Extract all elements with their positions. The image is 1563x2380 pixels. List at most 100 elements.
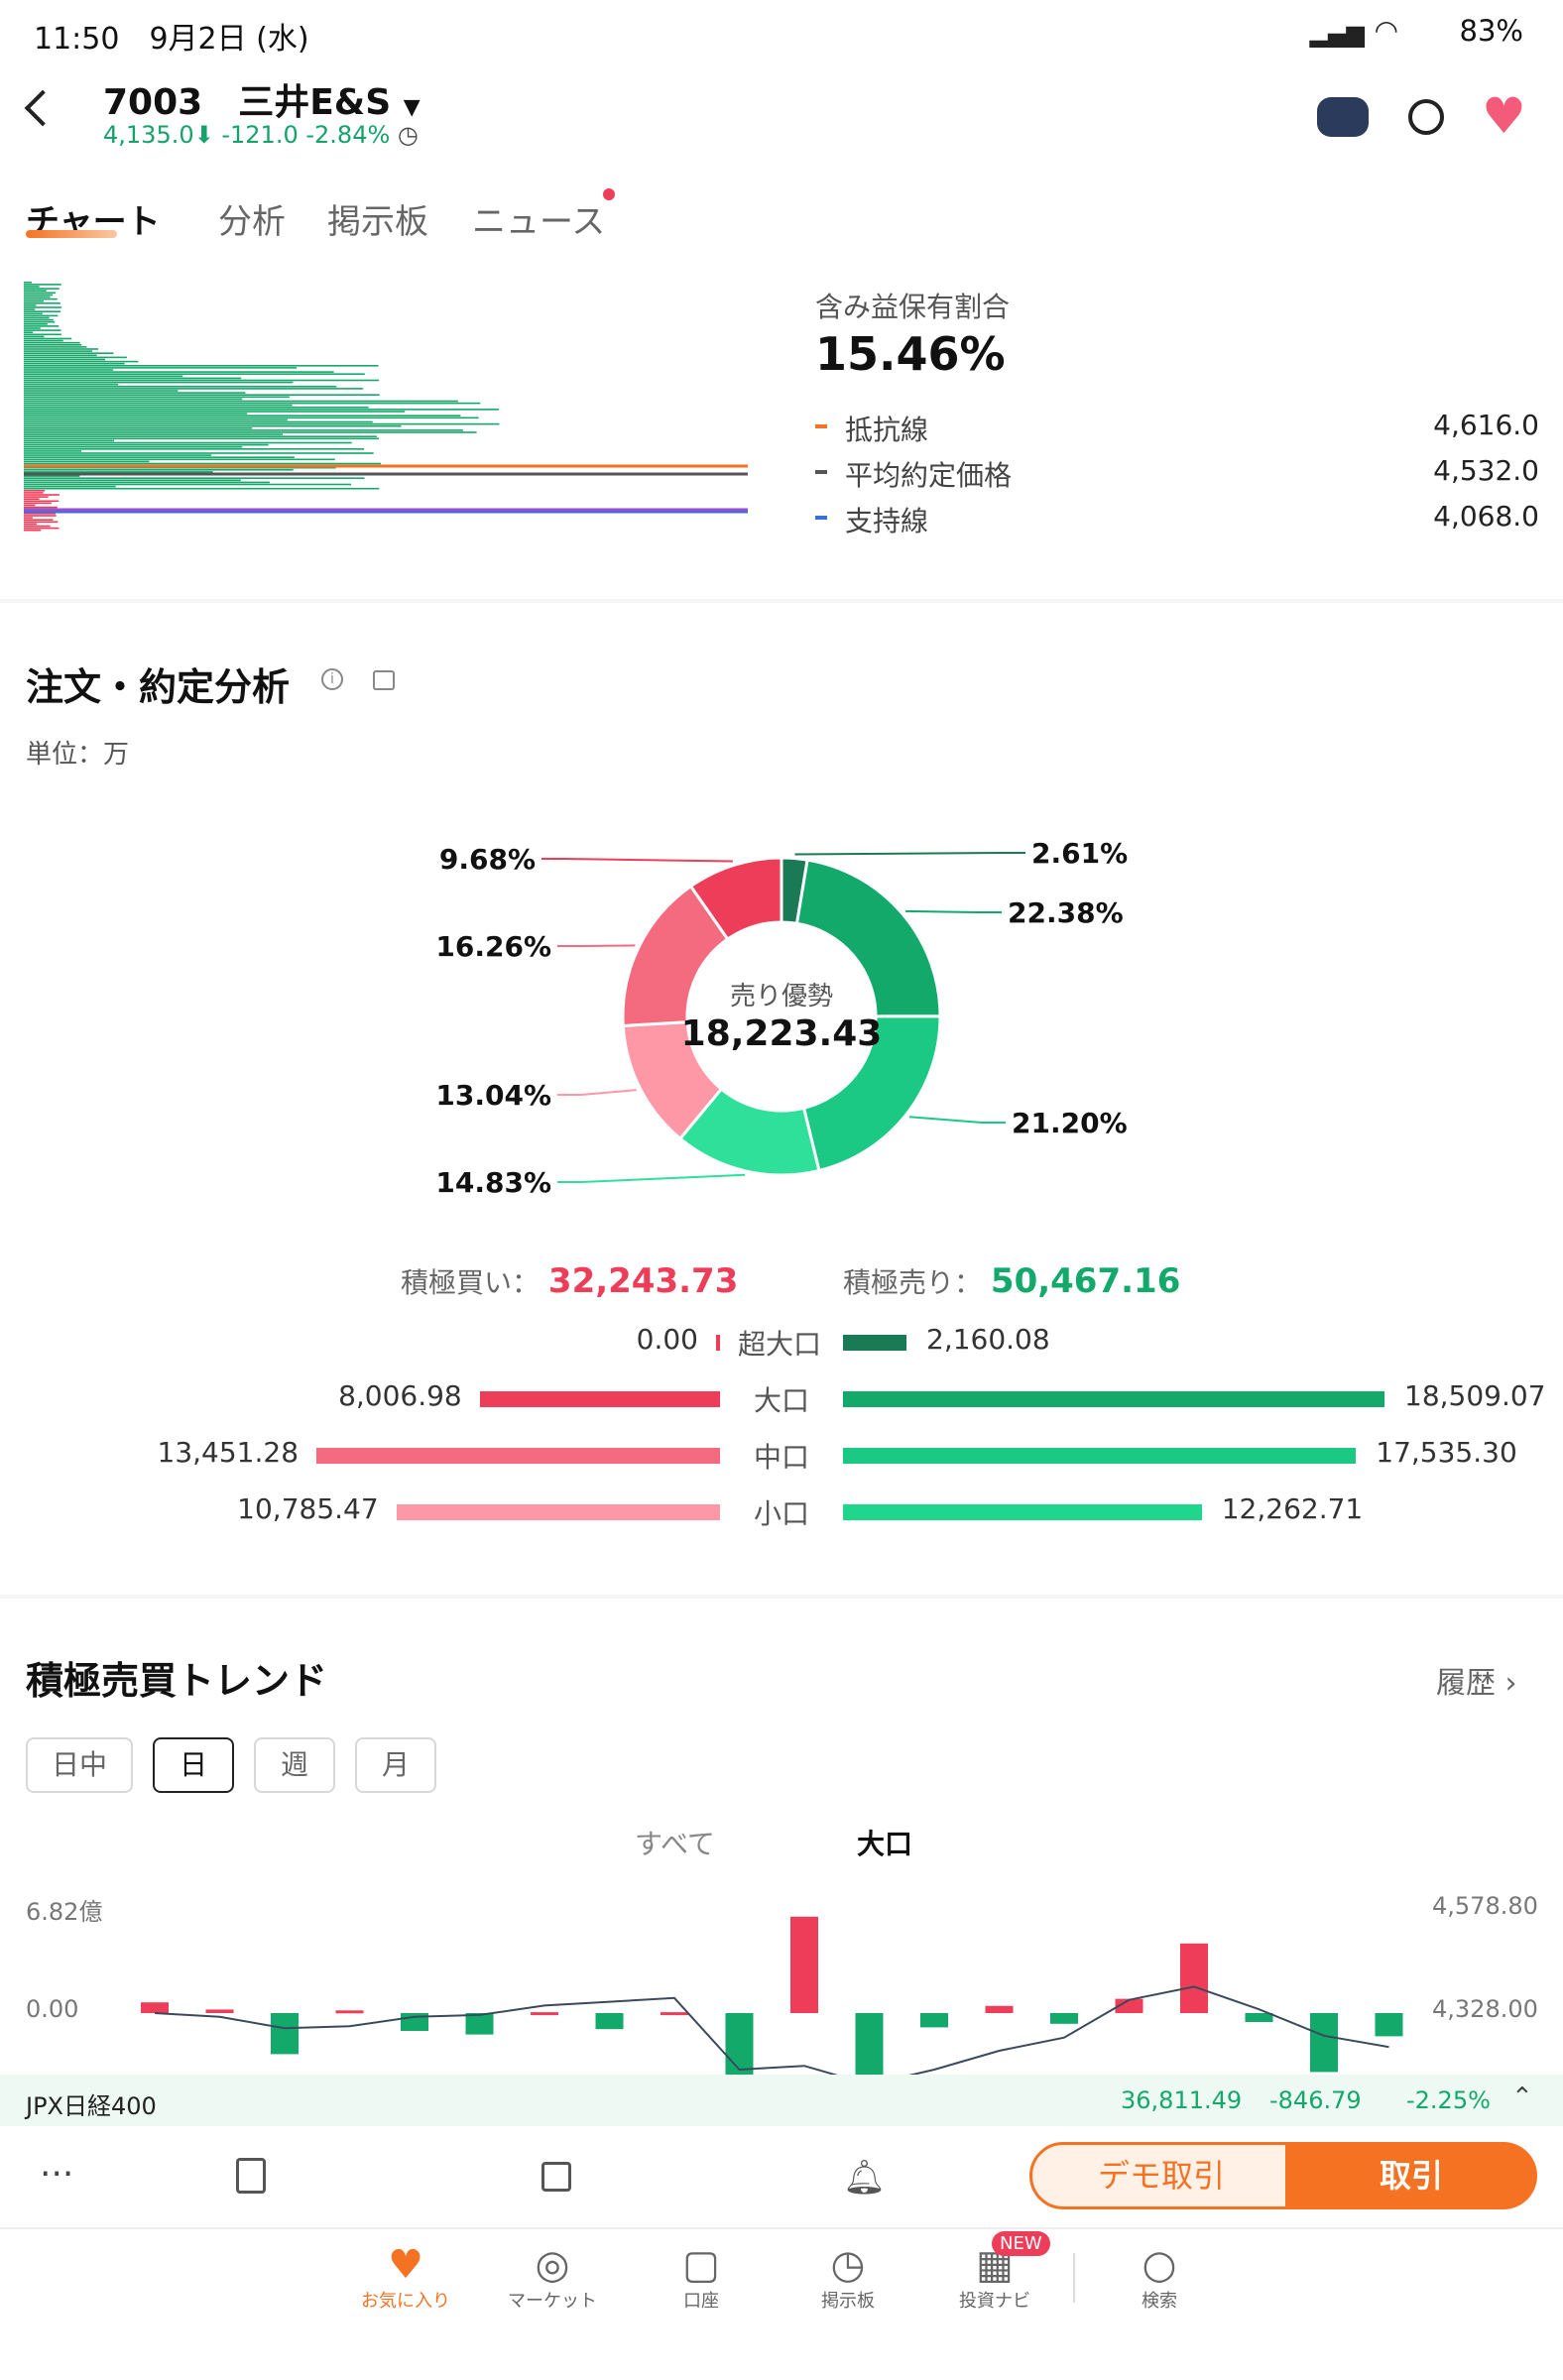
volume-profile-bar (24, 437, 380, 440)
period-month[interactable]: 月 (355, 1737, 436, 1793)
section-divider (0, 599, 1563, 603)
volume-profile-bar (24, 527, 60, 530)
volume-profile-bar (24, 365, 379, 367)
volume-profile-bar (24, 292, 56, 295)
tab-board[interactable]: 掲示板 (327, 194, 428, 243)
volume-profile-bar (24, 302, 60, 304)
volume-profile-bar (24, 284, 61, 286)
alert-bell-icon[interactable]: 🔔︎ (843, 2158, 886, 2198)
search-icon[interactable] (1408, 99, 1444, 135)
heart-icon[interactable]: ♥ (1482, 87, 1526, 145)
nav-board[interactable]: ◷ 掲示板 (793, 2243, 902, 2313)
volume-profile-bar (24, 435, 377, 437)
volume-profile-bar (24, 308, 36, 310)
ticker-change: -846.79 (1269, 2086, 1362, 2114)
volume-profile-bar (24, 458, 335, 461)
trend-title: 積極売買トレンド (26, 1659, 328, 1703)
nav-account[interactable]: ▢ 口座 (647, 2243, 756, 2313)
trend-bar (920, 2013, 948, 2028)
volume-profile-bar (24, 331, 34, 333)
back-button[interactable] (24, 89, 61, 127)
nav-market[interactable]: ◎ マーケット (498, 2243, 607, 2313)
filter-all[interactable]: すべて (635, 1823, 715, 1862)
order-analysis-title: 注文・約定分析 (26, 665, 291, 709)
volume-profile-bar (24, 371, 334, 373)
tab-underline (26, 230, 117, 238)
nav-favorites[interactable]: ♥ お気に入り (351, 2243, 460, 2313)
status-time: 11:50 9月2日 (水) (34, 22, 309, 57)
chevron-up-icon[interactable]: ⌃ (1511, 2082, 1533, 2112)
volume-profile-bar (24, 502, 52, 505)
index-ticker[interactable]: JPX日経400 36,811.49 -846.79 -2.25% ⌃ (0, 2075, 1563, 2126)
trade-button[interactable]: 取引 (1285, 2142, 1537, 2209)
tab-news[interactable]: ニュース (472, 194, 605, 243)
volume-profile-bar (24, 450, 82, 452)
size-label: 大口 (754, 1384, 810, 1417)
volume-profile-bar (24, 519, 54, 521)
price-line-0: 抵抗線 4,616.0 (815, 409, 1539, 448)
volume-profile-bar (24, 306, 61, 308)
volume-profile-bar (24, 296, 51, 298)
news-badge-dot (603, 188, 615, 200)
volume-profile-bar (24, 394, 380, 396)
volume-profile-bar (24, 500, 60, 503)
volume-profile-bar (24, 373, 365, 375)
volume-profile-bar (24, 492, 44, 494)
history-link[interactable]: 履歴 › (1436, 1658, 1517, 1702)
trend-bar (661, 2012, 688, 2016)
volume-profile-bar (24, 504, 36, 507)
volume-profile-bar (24, 471, 213, 473)
buy-value: 8,006.98 (338, 1379, 462, 1412)
price-line-name: 支持線 (845, 505, 929, 537)
buy-value: 13,451.28 (157, 1436, 300, 1469)
volume-profile-bar (24, 407, 369, 409)
period-day[interactable]: 日 (153, 1737, 234, 1793)
more-icon[interactable]: ··· (40, 2154, 73, 2195)
profit-ratio-value: 15.46% (815, 327, 1006, 381)
legend-dash (815, 424, 827, 428)
volume-profile-bar (24, 388, 364, 390)
buy-bar (716, 1335, 720, 1351)
volume-profile-bar (24, 282, 32, 284)
robot-icon[interactable] (1317, 97, 1369, 137)
tab-analysis[interactable]: 分析 (218, 194, 286, 243)
bottom-divider (0, 2227, 1563, 2229)
period-week[interactable]: 週 (254, 1737, 335, 1793)
volume-profile-bar (24, 420, 373, 423)
volume-profile-bar (24, 460, 150, 463)
volume-profile-bar (24, 294, 53, 297)
trend-bar (1245, 2013, 1273, 2022)
volume-profile-bar (24, 521, 59, 524)
period-intraday[interactable]: 日中 (26, 1737, 133, 1793)
price-line-2: 支持線 4,068.0 (815, 500, 1539, 539)
volume-profile-bar (24, 418, 288, 421)
battery-percent: 83% (1459, 14, 1523, 48)
volume-profile-bar (24, 487, 380, 490)
volume-profile-bar (24, 318, 54, 321)
trend-bar (725, 2013, 754, 2075)
price-line-1: 平均約定価格 4,532.0 (815, 454, 1539, 494)
donut-center-value: 18,223.43 (680, 1013, 883, 1054)
share-icon[interactable] (541, 2162, 571, 2192)
volume-profile-bar (24, 498, 40, 500)
volume-profile-bar (24, 415, 461, 416)
volume-profile-bar (24, 443, 269, 446)
info-icon[interactable]: i (321, 668, 343, 690)
volume-profile-bar (24, 402, 481, 405)
volume-profile-bar (24, 515, 57, 517)
volume-profile-bar (24, 429, 463, 431)
sell-value: 18,509.07 (1404, 1379, 1546, 1412)
volume-profile-bar (24, 310, 61, 312)
note-icon[interactable] (236, 2158, 266, 2194)
legend-dash (815, 516, 827, 520)
buy-bar (316, 1448, 720, 1464)
donut-center-label: 売り優勢 (729, 982, 833, 1012)
volume-profile-bar (24, 456, 295, 458)
nav-search[interactable]: ○ 検索 (1105, 2243, 1214, 2313)
demo-trade-button[interactable]: デモ取引 (1029, 2142, 1293, 2209)
volume-profile-bar (24, 427, 253, 429)
volume-profile-bar (24, 454, 212, 456)
filter-large[interactable]: 大口 (857, 1823, 912, 1862)
share-icon[interactable] (373, 670, 395, 690)
stock-title[interactable]: 7003 三井E&S ▼ (103, 73, 421, 125)
